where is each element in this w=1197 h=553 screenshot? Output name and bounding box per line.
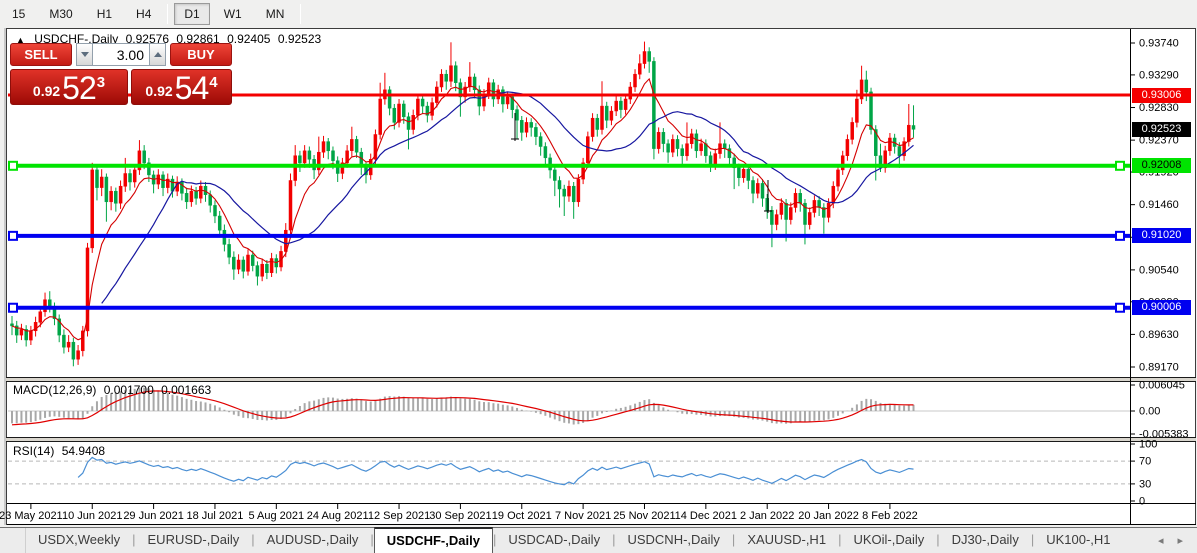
- buy-price-display[interactable]: 0.92 54 4: [131, 69, 232, 105]
- volume-decrease-button[interactable]: [76, 43, 93, 66]
- level-price-badge-0.90006: 0.90006: [1132, 300, 1191, 316]
- sell-button[interactable]: SELL: [10, 43, 72, 66]
- timeframe-m30-button[interactable]: M30: [39, 3, 82, 25]
- tabbar-lead-space: [0, 528, 26, 553]
- tab-scroll-arrows: ◂ ▸: [1158, 528, 1197, 553]
- macd-pane-splitter[interactable]: [6, 377, 1196, 382]
- tab-usdcnh-daily[interactable]: USDCNH-,Daily: [615, 528, 731, 553]
- tab-usdchf-daily[interactable]: USDCHF-,Daily: [373, 527, 493, 553]
- timeframe-h1-button[interactable]: H1: [87, 3, 122, 25]
- one-click-trade-panel: SELL BUY 0.92 52 3 0.92 54 4: [10, 43, 232, 105]
- timeframe-mn-button[interactable]: MN: [256, 3, 295, 25]
- tab-dj30-daily[interactable]: DJ30-,Daily: [940, 528, 1031, 553]
- buy-price-sup: 4: [209, 74, 218, 91]
- tabs-scroll-right-icon[interactable]: ▸: [1177, 534, 1183, 547]
- toolbar-separator: [167, 3, 169, 24]
- level-price-badge-0.91020: 0.91020: [1132, 228, 1191, 244]
- chart-tabs: USDX,Weekly | EURUSD-,Daily | AUDUSD-,Daily |…: [26, 527, 1123, 553]
- level-price-badge-0.93006: 0.93006: [1132, 87, 1191, 103]
- chevron-up-icon: [153, 52, 162, 57]
- timeframe-d1-button[interactable]: D1: [174, 2, 210, 25]
- buy-button[interactable]: BUY: [170, 43, 232, 66]
- rsi-pane-splitter[interactable]: [6, 437, 1196, 442]
- tab-uk100-h1[interactable]: UK100-,H1: [1034, 528, 1122, 553]
- ohlc-close: 0.92523: [277, 32, 322, 46]
- toolbar-separator: [300, 3, 302, 24]
- buy-price-big: 54: [174, 70, 210, 106]
- sell-price-sup: 3: [96, 74, 106, 91]
- volume-spinner: [76, 43, 166, 66]
- timeframe-h4-button[interactable]: H4: [126, 3, 161, 25]
- trade-panel-top-row: SELL BUY: [10, 43, 232, 66]
- rsi-value: 54.9408: [61, 444, 106, 458]
- tab-audusd-daily[interactable]: AUDUSD-,Daily: [255, 528, 371, 553]
- buy-price-small: 0.92: [145, 83, 173, 99]
- tab-usdx-weekly[interactable]: USDX,Weekly: [26, 528, 132, 553]
- chevron-down-icon: [80, 52, 89, 57]
- rsi-label: RSI(14) 54.9408: [13, 444, 109, 458]
- tab-ukoil-daily[interactable]: UKOil-,Daily: [841, 528, 936, 553]
- volume-increase-button[interactable]: [149, 43, 166, 66]
- timeframe-m15-button[interactable]: 15: [2, 3, 35, 25]
- sell-price-big: 52: [62, 70, 97, 106]
- tab-xauusd-h1[interactable]: XAUUSD-,H1: [735, 528, 838, 553]
- timeframe-w1-button[interactable]: W1: [214, 3, 252, 25]
- timeframe-toolbar: 15 M30 H1 H4 D1 W1 MN: [0, 0, 1197, 27]
- level-price-badge-0.92008: 0.92008: [1132, 158, 1191, 174]
- macd-name: MACD(12,26,9): [13, 383, 97, 397]
- chart-tabbar: USDX,Weekly | EURUSD-,Daily | AUDUSD-,Daily |…: [0, 527, 1197, 553]
- volume-input[interactable]: [93, 43, 149, 66]
- tab-usdcad-daily[interactable]: USDCAD-,Daily: [496, 528, 612, 553]
- macd-value-signal: 0.001663: [161, 383, 212, 397]
- macd-label: MACD(12,26,9) 0.001700 0.001663: [13, 383, 215, 397]
- rsi-name: RSI(14): [13, 444, 55, 458]
- tabs-scroll-left-icon[interactable]: ◂: [1158, 534, 1164, 547]
- ohlc-low: 0.92405: [227, 32, 271, 46]
- sell-price-small: 0.92: [32, 83, 61, 99]
- macd-value-main: 0.001700: [103, 383, 154, 397]
- tab-eurusd-daily[interactable]: EURUSD-,Daily: [136, 528, 252, 553]
- sell-price-display[interactable]: 0.92 52 3: [10, 69, 128, 105]
- current-price-badge: 0.92523: [1132, 121, 1191, 137]
